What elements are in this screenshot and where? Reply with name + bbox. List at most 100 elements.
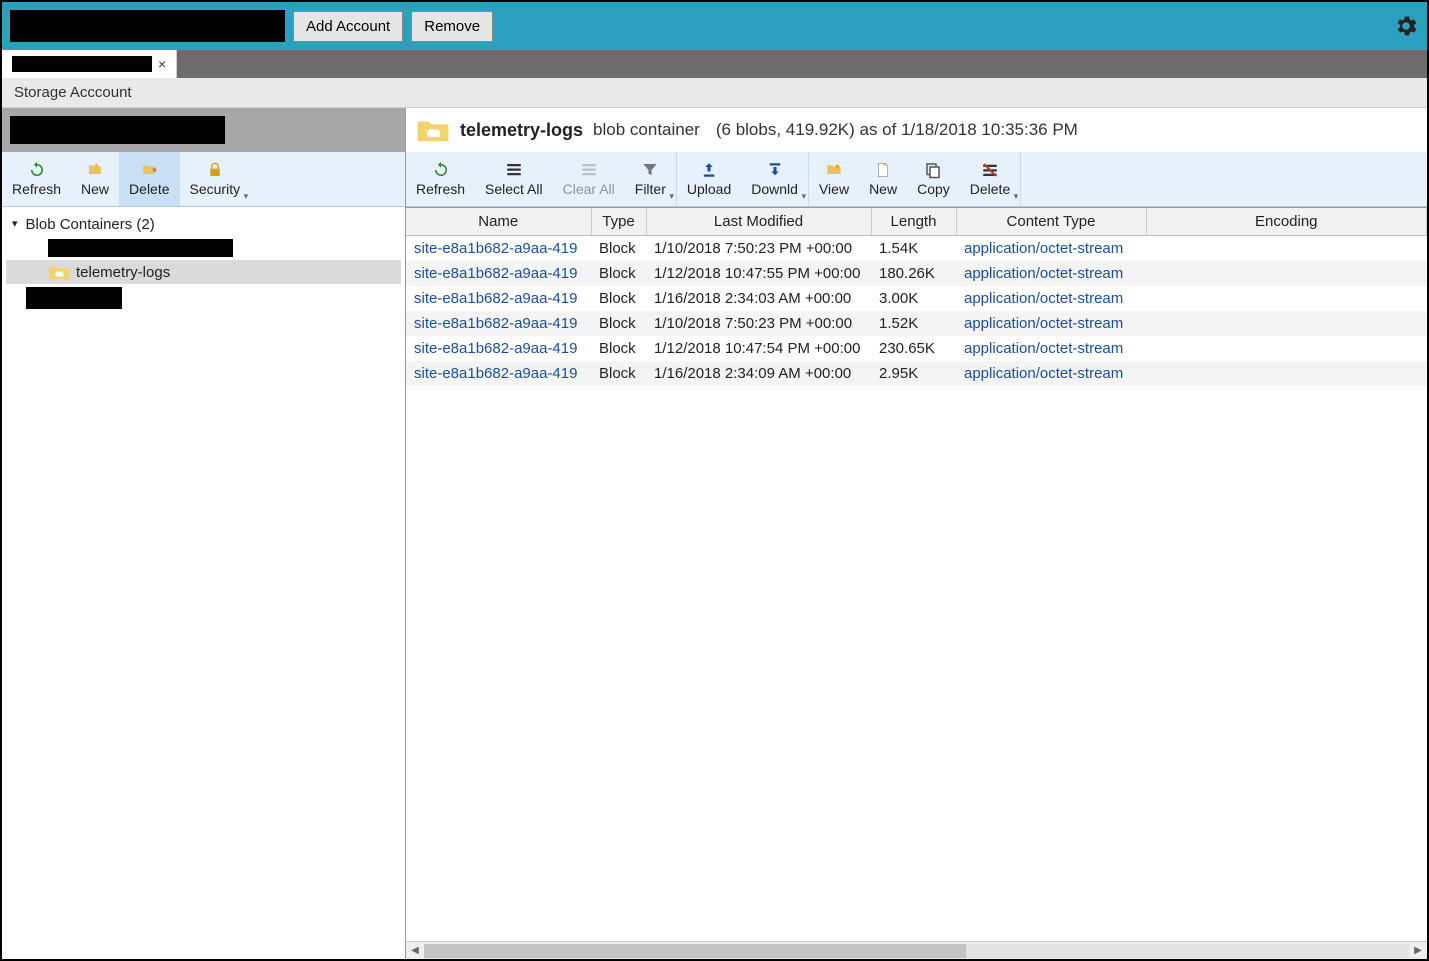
- cell-type: Block: [591, 361, 646, 386]
- cell-content-type: application/octet-stream: [956, 286, 1146, 311]
- cloud-folder-icon: [416, 116, 450, 144]
- view-button[interactable]: View: [809, 152, 859, 206]
- toolbar-label: Refresh: [12, 181, 61, 197]
- toolbar-label: Delete: [970, 181, 1010, 197]
- account-subheader: [2, 108, 405, 152]
- dropdown-caret-icon[interactable]: ▾: [669, 191, 674, 202]
- right-refresh-button[interactable]: Refresh: [406, 152, 475, 206]
- topbar: Add Account Remove: [2, 2, 1427, 50]
- cell-modified: 1/10/2018 7:50:23 PM +00:00: [646, 236, 871, 262]
- cell-encoding: [1146, 286, 1427, 311]
- tab-strip: ×: [2, 50, 1427, 78]
- horizontal-scrollbar[interactable]: ◀ ▶: [406, 941, 1427, 959]
- tree-item-telemetry-logs[interactable]: telemetry-logs: [6, 260, 401, 284]
- copy-button[interactable]: Copy: [907, 152, 960, 206]
- dropdown-caret-icon[interactable]: ▾: [801, 191, 806, 202]
- lock-icon: [205, 161, 225, 179]
- left-security-button[interactable]: Security ▾: [180, 152, 251, 206]
- table-header-row: Name Type Last Modified Length Content T…: [406, 208, 1427, 236]
- toolbar-label: Filter: [635, 181, 666, 197]
- dropdown-caret-icon[interactable]: ▾: [244, 191, 249, 202]
- add-account-button[interactable]: Add Account: [293, 11, 403, 42]
- tree-item-redacted-2[interactable]: [6, 284, 401, 312]
- toolbar-label: New: [869, 181, 897, 197]
- cell-encoding: [1146, 236, 1427, 262]
- col-encoding[interactable]: Encoding: [1146, 208, 1427, 236]
- filter-button[interactable]: Filter ▾: [625, 152, 676, 206]
- col-length[interactable]: Length: [871, 208, 956, 236]
- cell-content-type: application/octet-stream: [956, 311, 1146, 336]
- right-toolbar: Refresh Select All Clear All Filter ▾: [406, 152, 1427, 207]
- cell-type: Block: [591, 311, 646, 336]
- cloud-folder-icon: [48, 263, 70, 281]
- cell-length: 1.52K: [871, 311, 956, 336]
- container-kind: blob container: [593, 120, 700, 140]
- tab-title-redacted: [12, 56, 152, 72]
- table-row[interactable]: site-e8a1b682-a9aa-419Block1/10/2018 7:5…: [406, 311, 1427, 336]
- cell-length: 3.00K: [871, 286, 956, 311]
- copy-icon: [923, 161, 943, 179]
- col-content-type[interactable]: Content Type: [956, 208, 1146, 236]
- cell-type: Block: [591, 336, 646, 361]
- toolbar-label: Downld: [751, 181, 798, 197]
- account-subheader-redacted: [10, 116, 225, 144]
- col-name[interactable]: Name: [406, 208, 591, 236]
- cell-length: 230.65K: [871, 336, 956, 361]
- scroll-track[interactable]: [424, 944, 1409, 958]
- cell-length: 1.54K: [871, 236, 956, 262]
- new-blob-button[interactable]: New: [859, 152, 907, 206]
- settings-gear-icon[interactable]: [1393, 13, 1419, 39]
- cell-type: Block: [591, 286, 646, 311]
- breadcrumb-text: Storage Acccount: [14, 84, 132, 101]
- tab-close-icon[interactable]: ×: [158, 56, 166, 72]
- container-name: telemetry-logs: [460, 120, 583, 141]
- new-file-icon: [873, 161, 893, 179]
- col-type[interactable]: Type: [591, 208, 646, 236]
- toolbar-label: Copy: [917, 181, 950, 197]
- clear-all-button[interactable]: Clear All: [553, 152, 625, 206]
- tree-header-blob-containers[interactable]: Blob Containers (2): [6, 213, 401, 236]
- scroll-thumb[interactable]: [424, 944, 966, 958]
- col-last-modified[interactable]: Last Modified: [646, 208, 871, 236]
- container-tree: Blob Containers (2) telemetry-logs: [2, 207, 405, 959]
- cell-name: site-e8a1b682-a9aa-419: [406, 311, 591, 336]
- select-all-button[interactable]: Select All: [475, 152, 553, 206]
- toolbar-label: Security: [190, 181, 241, 197]
- table-row[interactable]: site-e8a1b682-a9aa-419Block1/10/2018 7:5…: [406, 236, 1427, 262]
- remove-account-button[interactable]: Remove: [411, 11, 493, 42]
- download-icon: [765, 161, 785, 179]
- table-row[interactable]: site-e8a1b682-a9aa-419Block1/12/2018 10:…: [406, 261, 1427, 286]
- scroll-right-icon[interactable]: ▶: [1409, 945, 1427, 956]
- cell-modified: 1/16/2018 2:34:09 AM +00:00: [646, 361, 871, 386]
- main-area: Refresh New × Delete Security ▾: [2, 108, 1427, 959]
- tree-item-redacted-1[interactable]: [6, 236, 401, 260]
- active-tab[interactable]: ×: [2, 50, 177, 78]
- cell-modified: 1/12/2018 10:47:55 PM +00:00: [646, 261, 871, 286]
- table-row[interactable]: site-e8a1b682-a9aa-419Block1/12/2018 10:…: [406, 336, 1427, 361]
- dropdown-caret-icon[interactable]: ▾: [1014, 191, 1019, 202]
- tree-item-redacted-label: [48, 239, 233, 257]
- scroll-left-icon[interactable]: ◀: [406, 945, 424, 956]
- cell-name: site-e8a1b682-a9aa-419: [406, 236, 591, 262]
- left-panel: Refresh New × Delete Security ▾: [2, 108, 406, 959]
- cell-name: site-e8a1b682-a9aa-419: [406, 286, 591, 311]
- blob-table-wrap: Name Type Last Modified Length Content T…: [406, 207, 1427, 941]
- toolbar-label: View: [819, 181, 849, 197]
- breadcrumb: Storage Acccount: [2, 78, 1427, 108]
- toolbar-label: Select All: [485, 181, 543, 197]
- toolbar-label: Delete: [129, 181, 169, 197]
- table-row[interactable]: site-e8a1b682-a9aa-419Block1/16/2018 2:3…: [406, 361, 1427, 386]
- cell-length: 180.26K: [871, 261, 956, 286]
- clear-all-icon: [579, 161, 599, 179]
- delete-blob-button[interactable]: Delete ▾: [960, 152, 1020, 206]
- table-row[interactable]: site-e8a1b682-a9aa-419Block1/16/2018 2:3…: [406, 286, 1427, 311]
- blob-table: Name Type Last Modified Length Content T…: [406, 208, 1427, 386]
- download-button[interactable]: Downld ▾: [741, 152, 808, 206]
- cell-type: Block: [591, 236, 646, 262]
- cell-modified: 1/10/2018 7:50:23 PM +00:00: [646, 311, 871, 336]
- cell-content-type: application/octet-stream: [956, 236, 1146, 262]
- left-delete-button[interactable]: × Delete: [119, 152, 179, 206]
- upload-button[interactable]: Upload: [677, 152, 741, 206]
- left-refresh-button[interactable]: Refresh: [2, 152, 71, 206]
- left-new-button[interactable]: New: [71, 152, 119, 206]
